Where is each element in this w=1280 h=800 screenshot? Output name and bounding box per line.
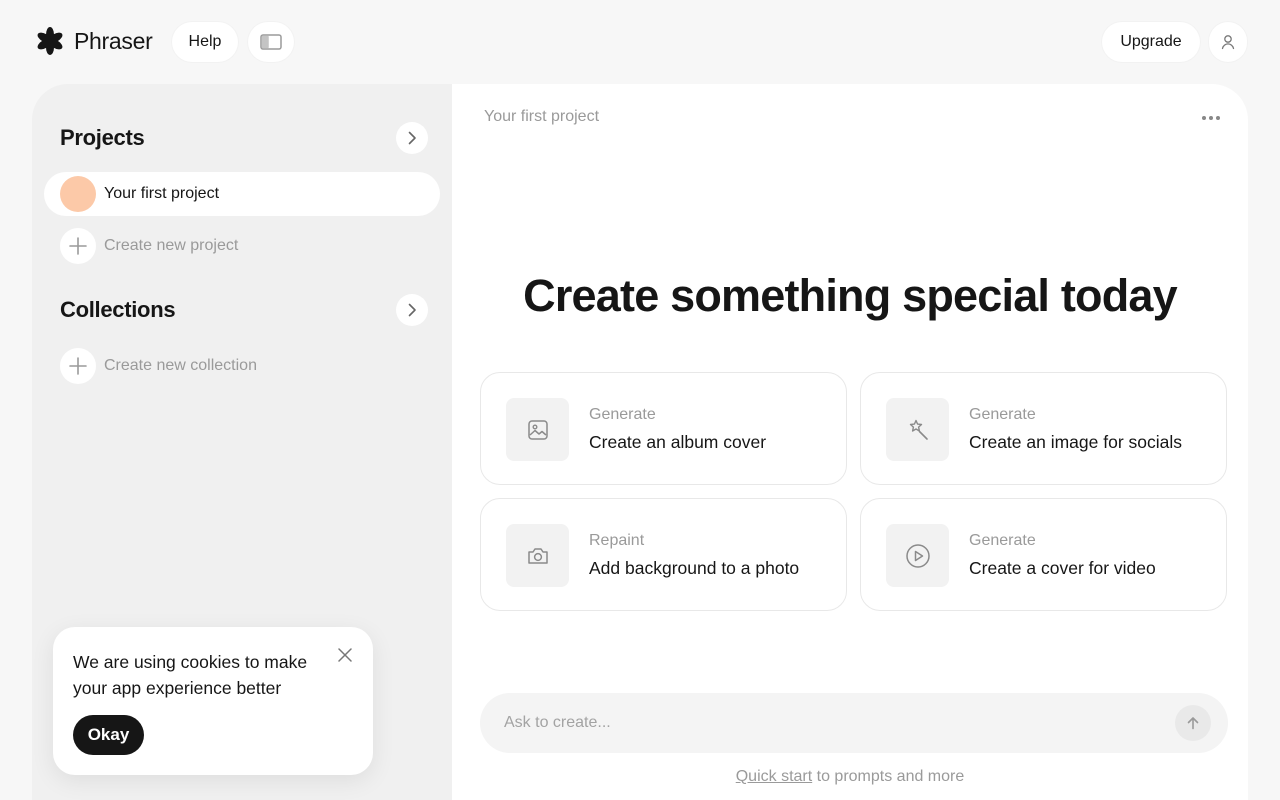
chevron-right-icon [408, 131, 416, 145]
more-options-button[interactable] [1198, 108, 1224, 128]
suggestion-card-socials-image[interactable]: Generate Create an image for socials [860, 372, 1227, 485]
quick-start-note: Quick start to prompts and more [452, 768, 1248, 786]
card-title: Add background to a photo [589, 558, 800, 578]
prompt-input[interactable] [504, 693, 1164, 753]
plus-icon [60, 348, 96, 384]
camera-icon [527, 547, 548, 564]
sidebar-panel-icon [260, 34, 282, 50]
send-button[interactable] [1175, 705, 1211, 741]
plus-icon [60, 228, 96, 264]
projects-expand-button[interactable] [396, 122, 428, 154]
prompt-box [480, 693, 1228, 753]
sidebar-toggle-button[interactable] [248, 22, 294, 62]
card-kicker: Generate [969, 406, 1036, 423]
asterisk-flower-icon [37, 27, 63, 55]
collections-expand-button[interactable] [396, 294, 428, 326]
more-dot [1216, 116, 1220, 120]
close-icon [338, 648, 352, 662]
create-new-collection-label: Create new collection [104, 357, 257, 374]
magic-wand-icon [909, 419, 928, 440]
create-new-project-button[interactable]: Create new project [60, 228, 238, 264]
main-panel: Your first project Create something spec… [452, 84, 1248, 800]
user-icon [1221, 35, 1235, 50]
create-new-collection-button[interactable]: Create new collection [60, 348, 257, 384]
user-menu-button[interactable] [1209, 22, 1247, 62]
collections-heading: Collections [60, 297, 176, 322]
card-kicker: Generate [589, 406, 656, 423]
quick-start-link[interactable]: Quick start [736, 768, 812, 785]
chevron-right-icon [408, 303, 416, 317]
card-kicker: Generate [969, 532, 1036, 549]
brand[interactable]: Phraser [36, 27, 153, 55]
more-dot [1209, 116, 1213, 120]
project-label: Your first project [104, 185, 220, 202]
suggestion-card-photo-background[interactable]: Repaint Add background to a photo [480, 498, 847, 611]
cookie-banner: We are using cookies to make your app ex… [53, 627, 373, 775]
card-title: Create an image for socials [969, 432, 1183, 452]
upgrade-button[interactable]: Upgrade [1102, 22, 1200, 62]
project-avatar [60, 176, 96, 212]
suggestion-card-album-cover[interactable]: Generate Create an album cover [480, 372, 847, 485]
card-kicker: Repaint [589, 532, 645, 549]
cookie-close-button[interactable] [335, 645, 355, 665]
projects-heading: Projects [60, 125, 145, 150]
card-title: Create a cover for video [969, 558, 1156, 578]
play-circle-icon [905, 543, 930, 568]
card-title: Create an album cover [589, 432, 767, 452]
breadcrumb: Your first project [484, 108, 600, 125]
page-headline: Create something special today [523, 270, 1178, 321]
cookie-okay-button[interactable]: Okay [73, 715, 144, 755]
more-dot [1202, 116, 1206, 120]
sidebar-item-your-first-project[interactable]: Your first project [44, 172, 440, 216]
cookie-message: We are using cookies to make your app ex… [73, 652, 308, 698]
help-button[interactable]: Help [172, 22, 238, 62]
create-new-project-label: Create new project [104, 237, 239, 254]
quick-start-text: to prompts and more [812, 768, 965, 785]
suggestion-card-video-cover[interactable]: Generate Create a cover for video [860, 498, 1227, 611]
arrow-up-icon [1187, 717, 1199, 730]
top-bar: Phraser Help Upgrade [0, 0, 1280, 84]
brand-name: Phraser [74, 27, 153, 54]
image-icon [527, 419, 548, 440]
